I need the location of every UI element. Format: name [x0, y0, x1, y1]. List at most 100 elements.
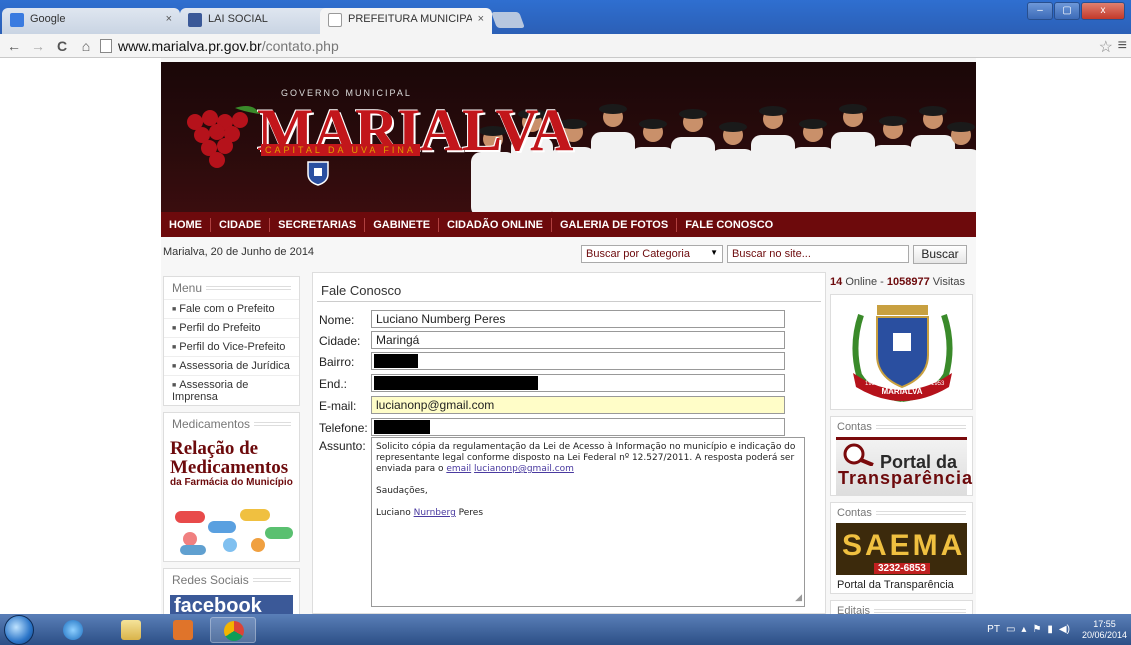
medicamentos-banner[interactable]: Relação de Medicamentos da Farmácia do M…	[170, 439, 293, 559]
message-greeting: Saudações,	[376, 486, 428, 496]
tab-google[interactable]: Google ×	[2, 8, 180, 34]
grapes-logo-icon	[187, 106, 260, 168]
new-tab-button[interactable]	[491, 12, 525, 28]
language-indicator[interactable]: PT	[987, 624, 1000, 635]
medicamentos-line1: Relação de	[170, 438, 259, 459]
browser-toolbar: ← → C ⌂ www.marialva.pr.gov.br/contato.p…	[0, 34, 1131, 58]
online-counter: 14 Online - 1058977 Visitas	[830, 276, 965, 288]
tab-close-icon[interactable]: ×	[478, 13, 484, 25]
home-icon[interactable]: ⌂	[76, 38, 96, 54]
clock[interactable]: 17:55 20/06/2014	[1082, 619, 1127, 641]
category-select[interactable]: Buscar por Categoria ▼	[581, 245, 723, 263]
signature-first: Luciano	[376, 508, 414, 518]
assunto-textarea[interactable]: Solicito cópia da regulamentação da Lei …	[371, 437, 805, 607]
contas-title: Contas	[831, 417, 972, 433]
maximize-button[interactable]: ▢	[1054, 2, 1080, 20]
saema-banner[interactable]: SAEMA 3232-6853	[836, 523, 967, 575]
tab-close-icon[interactable]: ×	[166, 13, 172, 25]
minimize-button[interactable]: –	[1027, 2, 1053, 20]
forward-icon[interactable]: →	[28, 38, 48, 54]
tab-lai-social[interactable]: LAI SOCIAL ×	[180, 8, 340, 34]
nav-fale-conosco[interactable]: FALE CONOSCO	[677, 218, 781, 232]
keyboard-icon[interactable]: ▭	[1006, 624, 1015, 635]
message-email-link: lucianonp@gmail.com	[474, 464, 574, 474]
close-window-button[interactable]: x	[1081, 2, 1125, 20]
clock-date: 20/06/2014	[1081, 629, 1127, 640]
menu-item-perfil-vice[interactable]: ■ Perfil do Vice-Prefeito	[164, 337, 299, 356]
redes-sociais-box: Redes Sociais facebook	[163, 568, 300, 614]
google-favicon-icon	[10, 13, 24, 27]
message-paragraph: Solicito cópia da regulamentação da Lei …	[376, 442, 800, 475]
back-icon[interactable]: ←	[4, 38, 24, 54]
menu-item-label: Perfil do Prefeito	[179, 322, 261, 334]
site-search-input[interactable]: Buscar no site...	[727, 245, 909, 263]
logo-subtitle: CAPITAL DA UVA FINA	[261, 144, 420, 156]
bullet-icon: ■	[172, 343, 177, 351]
menu-item-fale-com-prefeito[interactable]: ■ Fale com o Prefeito	[164, 299, 299, 318]
nome-label: Nome:	[319, 313, 355, 327]
media-player-icon	[173, 620, 193, 640]
tray-expand-icon[interactable]: ▴	[1021, 624, 1026, 635]
telefone-label: Telefone:	[319, 421, 368, 435]
taskbar-ie[interactable]	[50, 617, 96, 643]
category-select-value: Buscar por Categoria	[586, 248, 690, 260]
menu-item-assessoria-juridica[interactable]: ■ Assessoria de Jurídica	[164, 356, 299, 375]
search-button[interactable]: Buscar	[913, 245, 967, 264]
flag-icon[interactable]: ⚑	[1032, 624, 1041, 635]
bairro-label: Bairro:	[319, 355, 355, 369]
editais-title-text: Editais	[837, 605, 871, 614]
menu-title: Menu	[172, 281, 203, 295]
address-bar[interactable]: www.marialva.pr.gov.br/contato.php	[100, 35, 1110, 56]
nav-cidade[interactable]: CIDADE	[211, 217, 271, 232]
search-placeholder: Buscar no site...	[732, 248, 811, 260]
menu-item-perfil-prefeito[interactable]: ■ Perfil do Prefeito	[164, 318, 299, 337]
bairro-field[interactable]	[371, 352, 785, 370]
resize-grip-icon[interactable]: ◢	[795, 593, 802, 604]
contas-saema-box: Contas SAEMA 3232-6853 Portal da Transpa…	[830, 502, 973, 594]
reload-icon[interactable]: C	[52, 38, 72, 54]
title-divider	[875, 511, 966, 515]
chrome-menu-icon[interactable]: ≡	[1118, 37, 1127, 55]
main-navigation: HOME CIDADE SECRETARIAS GABINETE CIDADÃO…	[161, 212, 976, 237]
menu-item-assessoria-imprensa[interactable]: ■ Assessoria de Imprensa	[164, 375, 299, 406]
email-label: E-mail:	[319, 399, 357, 413]
message-signature: Luciano Nurnberg Peres	[376, 508, 800, 519]
taskbar-chrome[interactable]	[210, 617, 256, 643]
url-path: /contato.php	[261, 37, 339, 54]
email-field[interactable]: lucianonp@gmail.com	[371, 396, 785, 414]
system-tray: PT ▭ ▴ ⚑ ▮ ◀) 17:55 20/06/2014	[987, 614, 1131, 645]
current-date: Marialva, 20 de Junho de 2014	[163, 246, 315, 258]
nav-gabinete[interactable]: GABINETE	[365, 217, 440, 232]
redacted-block	[374, 354, 418, 368]
telefone-field[interactable]	[371, 418, 785, 436]
bookmark-star-icon[interactable]: ☆	[1099, 37, 1113, 57]
title-divider	[874, 609, 966, 613]
facebook-banner[interactable]: facebook	[170, 595, 293, 614]
nav-galeria-de-fotos[interactable]: GALERIA DE FOTOS	[552, 217, 678, 232]
page-favicon-icon	[328, 13, 342, 27]
pills-image	[175, 509, 293, 555]
nav-secretarias[interactable]: SECRETARIAS	[270, 217, 366, 232]
municipal-crest-icon: MARIALVA 1951 1953	[852, 305, 953, 402]
chrome-icon	[224, 621, 244, 641]
start-button[interactable]	[4, 615, 34, 645]
nav-home[interactable]: HOME	[161, 217, 211, 232]
tab-label: LAI SOCIAL	[208, 13, 268, 25]
taskbar-explorer[interactable]	[108, 617, 154, 643]
tab-prefeitura[interactable]: PREFEITURA MUNICIPAL | ×	[320, 8, 492, 34]
cidade-field[interactable]: Maringá	[371, 331, 785, 349]
visits-count: 1058977	[886, 276, 930, 288]
medicamentos-box-title: Medicamentos	[164, 413, 299, 435]
network-icon[interactable]: ▮	[1047, 624, 1053, 635]
endereco-field[interactable]	[371, 374, 785, 392]
signature-mid: Nurnberg	[413, 508, 456, 518]
taskbar-media[interactable]	[160, 617, 206, 643]
nome-field[interactable]: Luciano Numberg Peres	[371, 310, 785, 328]
volume-icon[interactable]: ◀)	[1059, 624, 1070, 635]
portal-caption[interactable]: Portal da Transparência	[831, 579, 972, 595]
contas-portal-box: Contas Portal da Transparência	[830, 416, 973, 496]
portal-transparencia-banner[interactable]: Portal da Transparência	[836, 437, 972, 495]
nav-cidadao-online[interactable]: CIDADÃO ONLINE	[439, 217, 552, 232]
saema-logo-text: SAEMA	[842, 529, 966, 562]
contas-title-text: Contas	[837, 421, 872, 433]
